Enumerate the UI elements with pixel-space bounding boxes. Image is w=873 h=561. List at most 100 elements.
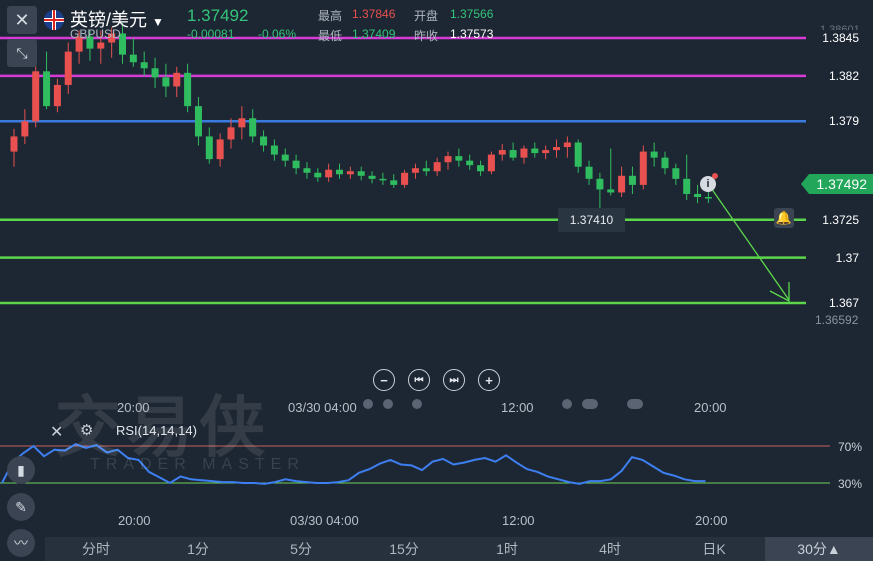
candle-body <box>477 165 485 172</box>
draw-button[interactable]: ✎ <box>7 493 35 521</box>
candle-body <box>444 156 452 163</box>
candle-body <box>216 139 224 160</box>
chart-type-button[interactable]: 〰 <box>7 529 35 557</box>
rsi-close-button[interactable]: ✕ <box>50 422 63 442</box>
rsi-settings-button[interactable]: ⚙ <box>80 421 93 439</box>
skip-back-icon: ⏮ <box>414 374 424 386</box>
collapse-arrows-icon: ⤡ <box>16 44 28 61</box>
tab-timeshare[interactable]: 分时 <box>68 537 124 561</box>
time-tick: 03/30 04:00 <box>288 400 357 415</box>
candle-body <box>694 193 702 197</box>
candle-body <box>162 77 170 87</box>
candle-body <box>379 178 387 181</box>
candle-body <box>184 72 192 107</box>
event-dot-icon <box>582 399 598 409</box>
current-price: 1.37492 <box>187 6 249 25</box>
candle-body <box>32 71 40 122</box>
scroll-start-button[interactable]: ⏮ <box>408 369 430 391</box>
open-label: 开盘 <box>414 9 439 23</box>
candle-body <box>542 150 550 154</box>
event-dot-icon <box>627 399 643 409</box>
scroll-end-button[interactable]: ⏭ <box>443 369 465 391</box>
candle-body <box>53 84 61 107</box>
candle-body <box>194 106 202 137</box>
tab-30min[interactable]: 30分▲ <box>765 537 873 561</box>
candle-body <box>531 148 539 154</box>
bell-icon[interactable]: 🔔 <box>774 208 794 228</box>
collapse-button[interactable]: ⤡ <box>7 39 37 67</box>
candle-body <box>303 168 311 173</box>
candle-body <box>260 136 268 146</box>
price-change: -0.00081 <box>187 27 235 41</box>
candle-body <box>422 168 430 172</box>
candle-body <box>205 136 213 160</box>
line-chart-icon: 〰 <box>14 535 28 551</box>
axis-bottom-value: 1.36592 <box>815 313 859 327</box>
candle-body <box>661 157 669 169</box>
tab-1min[interactable]: 1分 <box>170 537 226 561</box>
skip-forward-icon: ⏭ <box>449 374 459 386</box>
candle-body <box>433 162 441 172</box>
tab-1hour[interactable]: 1时 <box>479 537 535 561</box>
candle-body <box>639 151 647 185</box>
pencil-icon: ✎ <box>15 499 27 515</box>
candle-body <box>563 142 571 148</box>
rsi-time-tick: 20:00 <box>118 513 151 528</box>
price-level-label[interactable]: 1.3725 <box>816 211 865 229</box>
tab-15min[interactable]: 15分 <box>376 537 432 561</box>
close-button[interactable]: ✕ <box>7 6 37 34</box>
candle-body <box>357 171 365 176</box>
candle-body <box>498 150 506 155</box>
zoom-out-button[interactable]: − <box>373 369 395 391</box>
price-level-label[interactable]: 1.379 <box>822 113 865 131</box>
open-value: 1.37566 <box>450 7 494 21</box>
candle-body <box>520 148 528 158</box>
event-markers[interactable] <box>360 398 660 412</box>
candle-body <box>509 150 517 158</box>
candle-body <box>140 62 148 69</box>
price-level-label[interactable]: 1.367 <box>822 295 865 312</box>
indicator-button[interactable]: ▮ <box>7 456 35 484</box>
price-chart[interactable] <box>0 0 873 561</box>
candle-body <box>43 71 51 107</box>
candle-body <box>683 178 691 194</box>
price-level-label[interactable]: 1.3845 <box>816 30 865 47</box>
candle-body <box>336 169 343 175</box>
candle-body <box>390 180 398 185</box>
candle-body <box>129 54 137 63</box>
prev-close-value: 1.37573 <box>450 27 494 41</box>
high-value: 1.37846 <box>352 7 396 21</box>
minus-icon: − <box>380 372 388 388</box>
time-tick: 20:00 <box>694 400 727 415</box>
candle-body <box>455 156 463 161</box>
price-change-percent: -0.06% <box>258 27 297 41</box>
candle-body <box>618 175 626 193</box>
candle-body <box>314 172 322 178</box>
candle-body <box>97 42 105 49</box>
event-dot-icon <box>363 399 373 409</box>
candle-body <box>227 127 235 140</box>
tab-5min[interactable]: 5分 <box>273 537 329 561</box>
prev-close-label: 昨收 <box>414 29 439 43</box>
candle-body <box>270 145 278 155</box>
candle-body <box>21 121 29 137</box>
price-level-label[interactable]: 1.382 <box>822 67 865 85</box>
candle-body <box>574 142 582 167</box>
price-level-label[interactable]: 1.37 <box>829 249 865 267</box>
pair-code: GBPUSD <box>70 27 121 41</box>
rsi-time-tick: 20:00 <box>695 513 728 528</box>
tab-daily[interactable]: 日K <box>686 537 742 561</box>
uk-flag-icon <box>44 10 64 30</box>
watermark-text: TRADER MASTER <box>90 456 305 473</box>
current-price-tag-value: 1.37492 <box>816 176 867 192</box>
high-label: 最高 <box>318 9 343 23</box>
low-value: 1.37409 <box>352 27 396 41</box>
candle-body <box>650 151 658 158</box>
tab-4hour[interactable]: 4时 <box>582 537 638 561</box>
candle-body <box>346 171 354 175</box>
zoom-in-button[interactable]: + <box>478 369 500 391</box>
low-label: 最低 <box>318 29 343 43</box>
candle-body <box>281 154 289 161</box>
candle-body <box>704 197 712 199</box>
rsi-upper-label: 70% <box>838 440 863 454</box>
